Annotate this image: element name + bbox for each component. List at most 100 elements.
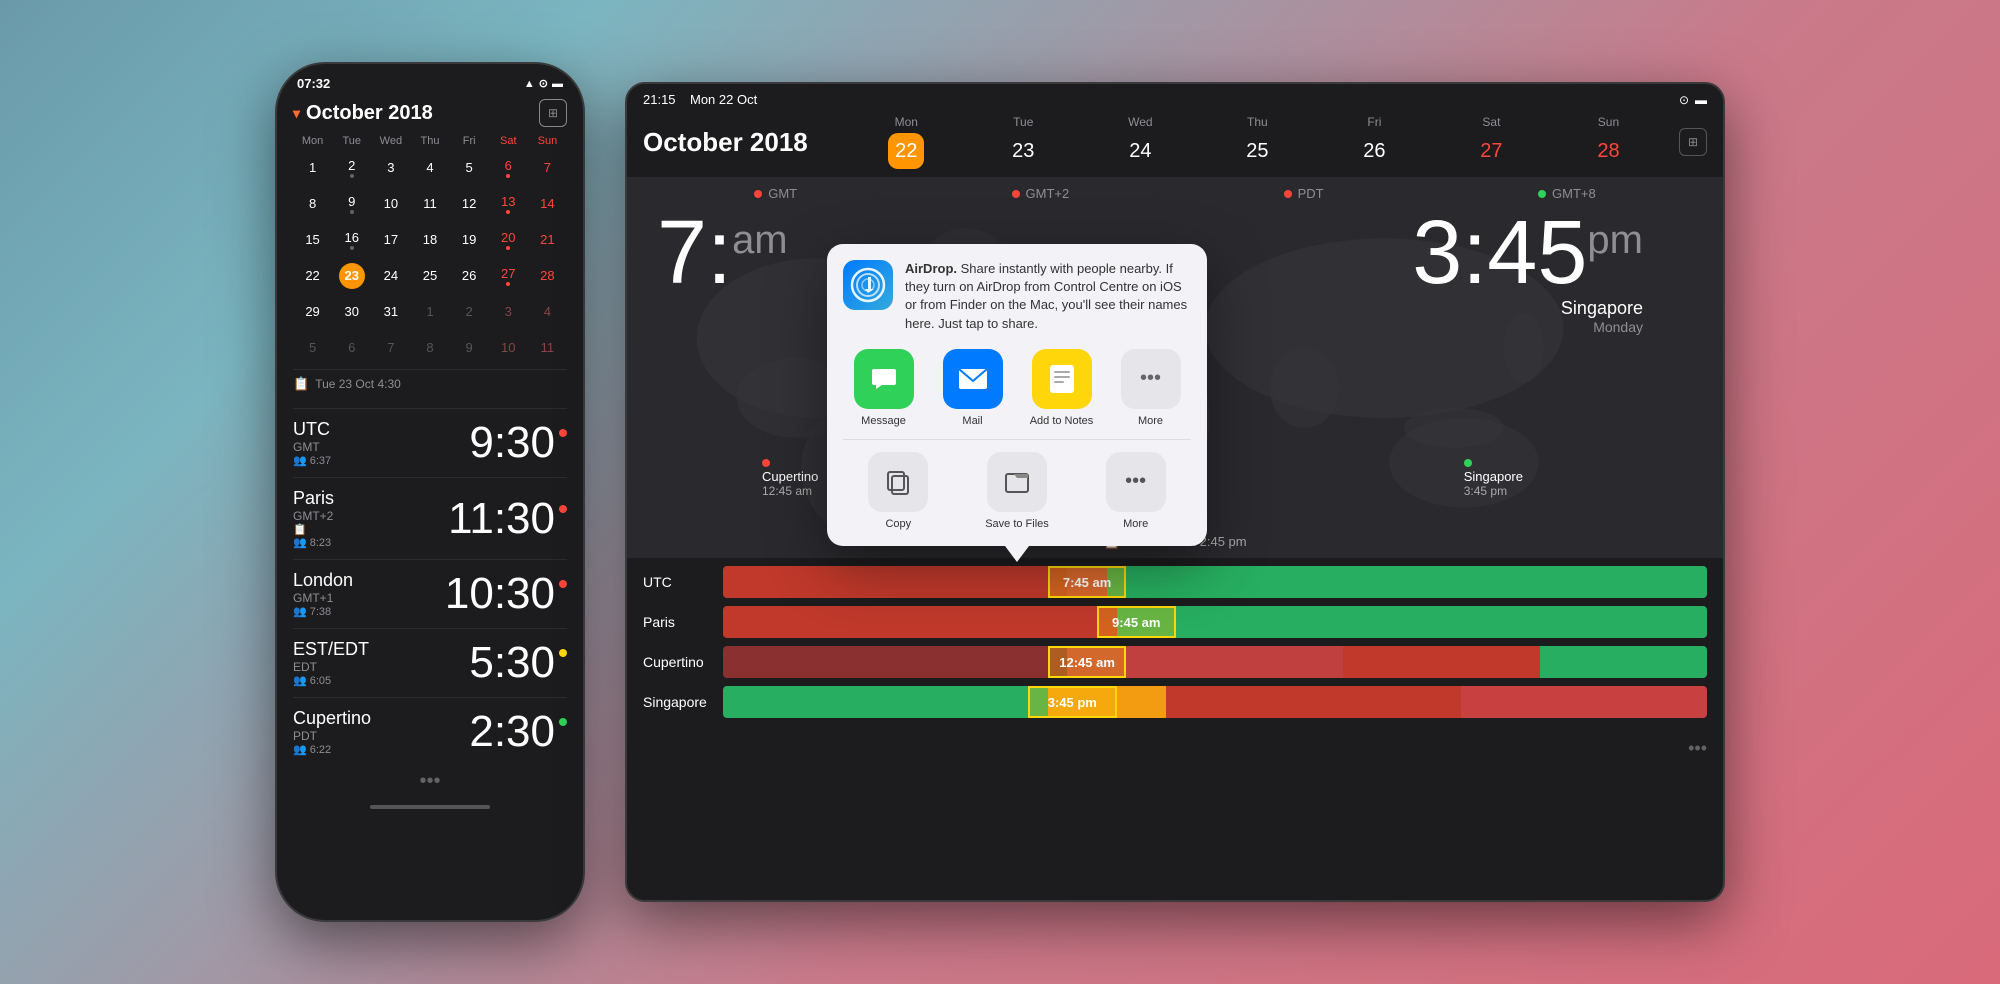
share-more-button[interactable]: •••	[1106, 452, 1166, 512]
timeline-bar-singapore: 3:45 pm	[723, 686, 1707, 718]
cal-date-nov11[interactable]: 11	[528, 331, 567, 365]
calendar-month-title: October 2018	[306, 102, 433, 125]
phone-device: 07:32 ▲ ⊙ ▬ ▾ October 2018 ⊞ Mon Tue Wed…	[275, 62, 585, 922]
wc-city-cupertino: Cupertino	[293, 708, 371, 729]
share-action-more: ••• More	[1080, 452, 1191, 530]
wc-time-paris: 11:30	[448, 497, 555, 541]
airdrop-icon	[843, 260, 893, 310]
share-action-files: Save to Files	[962, 452, 1073, 530]
cal-date-20[interactable]: 20	[489, 223, 528, 257]
cal-date-5[interactable]: 5	[450, 151, 489, 185]
phone-time: 07:32	[297, 76, 330, 91]
cal-date-10[interactable]: 10	[371, 187, 410, 221]
phone-cal-title: ▾ October 2018	[293, 102, 433, 125]
phone-notch	[365, 64, 495, 94]
cal-date-25[interactable]: 25	[410, 259, 449, 293]
cal-date-nov9[interactable]: 9	[450, 331, 489, 365]
share-copy-button[interactable]	[868, 452, 928, 512]
share-notes-button[interactable]	[1032, 349, 1092, 409]
day-label-mon: Mon	[293, 135, 332, 147]
timeline-time-singapore: 3:45 pm	[1040, 695, 1105, 710]
cal-date-13[interactable]: 13	[489, 187, 528, 221]
tablet-day-col-thu[interactable]: Thu 25	[1199, 115, 1316, 169]
tablet-cal-icon[interactable]: ⊞	[1679, 115, 1707, 169]
big-clock-utc: 7: am	[657, 208, 788, 298]
chevron-down-icon[interactable]: ▾	[293, 105, 300, 122]
cal-date-26[interactable]: 26	[450, 259, 489, 293]
tz-pdt: PDT	[1284, 186, 1324, 201]
cal-date-11[interactable]: 11	[410, 187, 449, 221]
tablet-day-col-mon[interactable]: Mon 22	[848, 115, 965, 169]
cal-date-nov10[interactable]: 10	[489, 331, 528, 365]
cal-date-8[interactable]: 8	[293, 187, 332, 221]
tablet-date-27: 27	[1473, 133, 1509, 169]
timeline-time-cupertino: 12:45 am	[1051, 655, 1123, 670]
tablet-date-23: 23	[1005, 133, 1041, 169]
timeline-row-cupertino: Cupertino 12:45 am	[643, 646, 1707, 678]
cal-date-nov3[interactable]: 3	[489, 295, 528, 329]
wc-city-est: EST/EDT	[293, 639, 369, 660]
calendar-view-button[interactable]: ⊞	[539, 99, 567, 127]
cal-date-22[interactable]: 22	[293, 259, 332, 293]
tz-dot-gmt8	[1538, 190, 1546, 198]
wc-city-utc: UTC	[293, 419, 331, 440]
tablet-day-col-sat[interactable]: Sat 27	[1433, 115, 1550, 169]
cal-date-7[interactable]: 7	[528, 151, 567, 185]
phone-bottom-bar	[277, 797, 583, 825]
cal-date-4[interactable]: 4	[410, 151, 449, 185]
cal-date-6[interactable]: 6	[489, 151, 528, 185]
phone-more-dots[interactable]: •••	[277, 770, 583, 797]
cal-date-18[interactable]: 18	[410, 223, 449, 257]
phone-worldclock: UTC GMT 👥 6:37 9:30 Paris GMT+2 📋 👥 8:23	[277, 404, 583, 770]
wifi-icon: ⊙	[539, 77, 548, 90]
cal-date-12[interactable]: 12	[450, 187, 489, 221]
cal-date-nov5[interactable]: 5	[293, 331, 332, 365]
share-actions-row: Copy Save to Files ••• More	[843, 452, 1191, 530]
cal-date-nov6[interactable]: 6	[332, 331, 371, 365]
timeline-row-singapore: Singapore 3:45 pm	[643, 686, 1707, 718]
event-banner-text: Tue 23 Oct 4:30	[315, 377, 401, 391]
share-message-button[interactable]	[854, 349, 914, 409]
timeline-label-singapore: Singapore	[643, 694, 723, 710]
share-more-app-button[interactable]: •••	[1121, 349, 1181, 409]
cal-date-nov1[interactable]: 1	[410, 295, 449, 329]
tablet-day-col-tue[interactable]: Tue 23	[965, 115, 1082, 169]
cal-date-14[interactable]: 14	[528, 187, 567, 221]
share-mail-button[interactable]	[943, 349, 1003, 409]
cal-date-nov2[interactable]: 2	[450, 295, 489, 329]
cal-date-nov4[interactable]: 4	[528, 295, 567, 329]
cal-date-nov8[interactable]: 8	[410, 331, 449, 365]
tablet-cal-header: October 2018 Mon 22 Tue 23 Wed 24 Thu 25…	[627, 115, 1723, 178]
cal-date-3[interactable]: 3	[371, 151, 410, 185]
cal-date-17[interactable]: 17	[371, 223, 410, 257]
share-item-message: Message	[843, 349, 924, 427]
timeline-row-paris: Paris 9:45 am	[643, 606, 1707, 638]
cal-date-23-today[interactable]: 23	[332, 259, 371, 293]
cal-date-9[interactable]: 9	[332, 187, 371, 221]
cal-date-29[interactable]: 29	[293, 295, 332, 329]
tablet-timeline: UTC 7:45 am Paris 9:45 am Cup	[627, 558, 1723, 734]
tablet-more-dots[interactable]: •••	[627, 734, 1723, 767]
tablet-time: 21:15	[643, 92, 676, 107]
copy-icon	[884, 468, 912, 496]
cal-date-28[interactable]: 28	[528, 259, 567, 293]
airdrop-description: AirDrop. Share instantly with people nea…	[905, 260, 1191, 333]
share-files-button[interactable]	[987, 452, 1047, 512]
cal-date-31[interactable]: 31	[371, 295, 410, 329]
cal-date-19[interactable]: 19	[450, 223, 489, 257]
cal-date-16[interactable]: 16	[332, 223, 371, 257]
cal-date-1[interactable]: 1	[293, 151, 332, 185]
cal-date-24[interactable]: 24	[371, 259, 410, 293]
cal-date-2[interactable]: 2	[332, 151, 371, 185]
wc-row-utc: UTC GMT 👥 6:37 9:30	[293, 408, 567, 477]
cal-date-15[interactable]: 15	[293, 223, 332, 257]
share-mail-label: Mail	[962, 415, 982, 427]
cal-date-30[interactable]: 30	[332, 295, 371, 329]
share-files-label: Save to Files	[985, 518, 1049, 530]
cal-date-21[interactable]: 21	[528, 223, 567, 257]
cal-date-nov7[interactable]: 7	[371, 331, 410, 365]
tablet-day-col-fri[interactable]: Fri 26	[1316, 115, 1433, 169]
tablet-day-col-wed[interactable]: Wed 24	[1082, 115, 1199, 169]
cal-date-27[interactable]: 27	[489, 259, 528, 293]
tablet-day-col-sun[interactable]: Sun 28	[1550, 115, 1667, 169]
